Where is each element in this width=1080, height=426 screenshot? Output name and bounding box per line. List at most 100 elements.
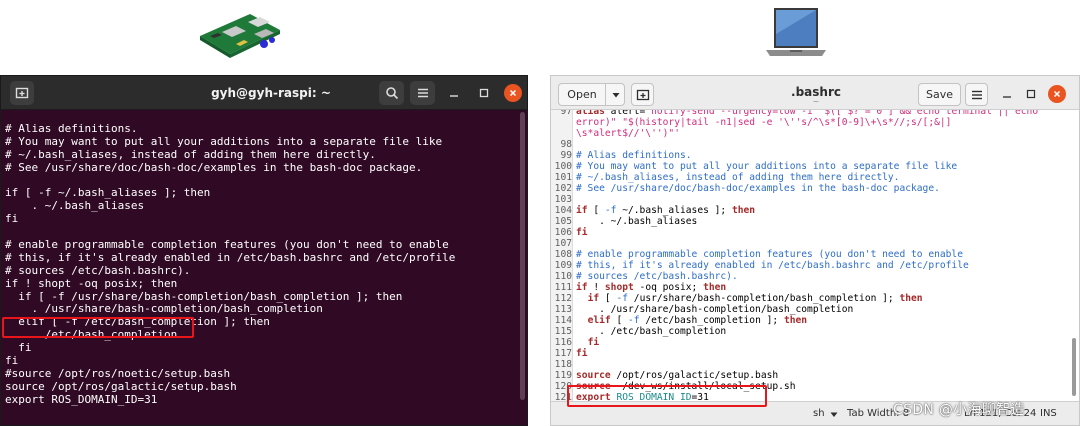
new-tab-icon [15,87,29,99]
line-code: # You may want to put all your additions… [576,161,957,172]
line-code: # ~/.bash_aliases, instead of adding the… [576,172,899,183]
code-token: alias [576,110,605,117]
code-token: # enable programmable completion feature… [576,249,963,260]
code-token: ! [587,282,605,293]
line-number: 97 [560,110,572,117]
open-button-label: Open [567,88,597,101]
editor-title-path: ~ [812,97,820,106]
line-number: 118 [554,359,572,370]
editor-header-bar: Open .bashrc ~ Save [551,76,1079,110]
line-code: # See /usr/share/doc/bash-doc/examples i… [576,183,940,194]
open-button[interactable]: Open [558,83,625,106]
code-token: alert= [604,110,646,117]
line-number: 111 [554,282,572,293]
line-number: 113 [554,304,572,315]
editor-line: 101 # ~/.bash_aliases, instead of adding … [551,172,1069,183]
terminal-scrollbar[interactable] [520,112,525,400]
maximize-icon [1026,89,1036,99]
code-token: [ [610,315,628,326]
line-code: elif [ -f /etc/bash_completion ]; then [576,315,808,326]
line-number: 107 [554,238,572,249]
terminal-close-button[interactable] [504,84,522,102]
code-token: # sources /etc/bash.bashrc). [576,271,738,282]
terminal-line: # You may want to put all your additions… [5,134,443,148]
code-token: -f [604,205,617,216]
code-token: # this, if it's already enabled in /etc/… [576,260,969,271]
line-number: 112 [554,293,572,304]
editor-text-area[interactable]: 97 alias alert='notify-send --urgency=low… [551,110,1069,405]
code-token: fi [576,348,588,359]
editor-line: 109 # this, if it's already enabled in /e… [551,260,1069,271]
editor-line: 100 # You may want to put all your additi… [551,161,1069,172]
code-token: /opt/ros/galactic/setup.bash [610,370,779,381]
editor-line: 104 if [ -f ~/.bash_aliases ]; then [551,205,1069,216]
line-code: fi [576,337,600,348]
code-token: -f [628,315,640,326]
terminal-search-button[interactable] [379,81,404,105]
editor-maximize-button[interactable] [1024,87,1038,101]
code-token: -f [616,293,629,304]
raspberry-pi-icon [192,6,284,64]
editor-new-tab-button[interactable] [631,83,654,106]
code-token: . /etc/bash_completion [576,326,727,337]
line-number: 99 [560,150,572,161]
editor-menu-button[interactable] [965,83,988,106]
terminal-line: # ~/.bash_aliases, instead of adding the… [5,147,376,161]
new-tab-icon [636,89,649,100]
editor-line: 116 fi [551,337,1069,348]
line-number: 117 [554,348,572,359]
terminal-new-tab-button[interactable] [10,81,34,105]
code-token: if [576,282,588,293]
code-token: /etc/bash_completion ]; [639,315,784,326]
search-icon [385,87,398,100]
code-token: /usr/share/bash-completion/bash_completi… [628,293,900,304]
code-token: then [731,205,756,216]
editor-scrollbar[interactable] [1072,338,1076,396]
line-code: # enable programmable completion feature… [576,249,963,260]
line-number: 101 [554,172,572,183]
terminal-line: fi [5,354,19,368]
save-button[interactable]: Save [918,83,961,106]
terminal-line: export ROS_DOMAIN_ID=31 [5,392,158,406]
line-number: 106 [554,227,572,238]
minimize-icon [1003,96,1011,98]
line-number: 98 [560,139,572,150]
terminal-highlight-box [2,317,194,338]
terminal-maximize-button[interactable] [475,84,493,102]
terminal-line: source /opt/ros/galactic/setup.bash [5,379,237,393]
terminal-output[interactable]: # Alias definitions. # You may want to pu… [5,122,513,407]
editor-line: 111 if ! shopt -oq posix; then [551,282,1069,293]
terminal-line: if ! shopt -oq posix; then [5,276,178,290]
editor-lines: 97 alias alert='notify-send --urgency=low… [551,110,1069,403]
terminal-line: # See /usr/share/doc/bash-doc/examples i… [5,160,423,174]
editor-line: 117 fi [551,348,1069,359]
editor-line: 112 if [ -f /usr/share/bash-completion/b… [551,293,1069,304]
editor-line: 108 # enable programmable completion feat… [551,249,1069,260]
code-token: ~/.bash_aliases ]; [616,205,732,216]
editor-line: 97 alias alert='notify-send --urgency=low… [551,110,1069,117]
editor-minimize-button[interactable] [1000,87,1014,101]
editor-line: 113 . /usr/share/bash-completion/bash_co… [551,304,1069,315]
editor-line: 119 source /opt/ros/galactic/setup.bash [551,370,1069,381]
chevron-down-icon[interactable] [830,412,838,418]
code-token: elif [587,315,611,326]
terminal-minimize-button[interactable] [445,84,463,102]
line-code: \s*alert$//'\'')"' [576,128,680,139]
chevron-down-icon[interactable] [611,90,621,100]
editor-close-button[interactable] [1048,85,1066,103]
line-code: fi [576,348,588,359]
open-button-divider [605,84,606,105]
terminal-line: # enable programmable completion feature… [5,238,449,252]
line-code: . ~/.bash_aliases [576,216,697,227]
line-number: 100 [554,161,572,172]
terminal-menu-button[interactable] [410,81,435,105]
terminal-window: gyh@gyh-raspi: ~ # Alias definitions. # … [0,75,528,426]
editor-line: 99 # Alias definitions. [551,150,1069,161]
line-code: # sources /etc/bash.bashrc). [576,271,738,282]
line-number: 103 [554,194,572,205]
editor-line: 106 fi [551,227,1069,238]
code-token: error)" "$(history|tail -n1|sed -e '\''s… [576,117,952,128]
language-selector[interactable]: sh [813,408,825,419]
editor-line: 102 # See /usr/share/doc/bash-doc/example… [551,183,1069,194]
